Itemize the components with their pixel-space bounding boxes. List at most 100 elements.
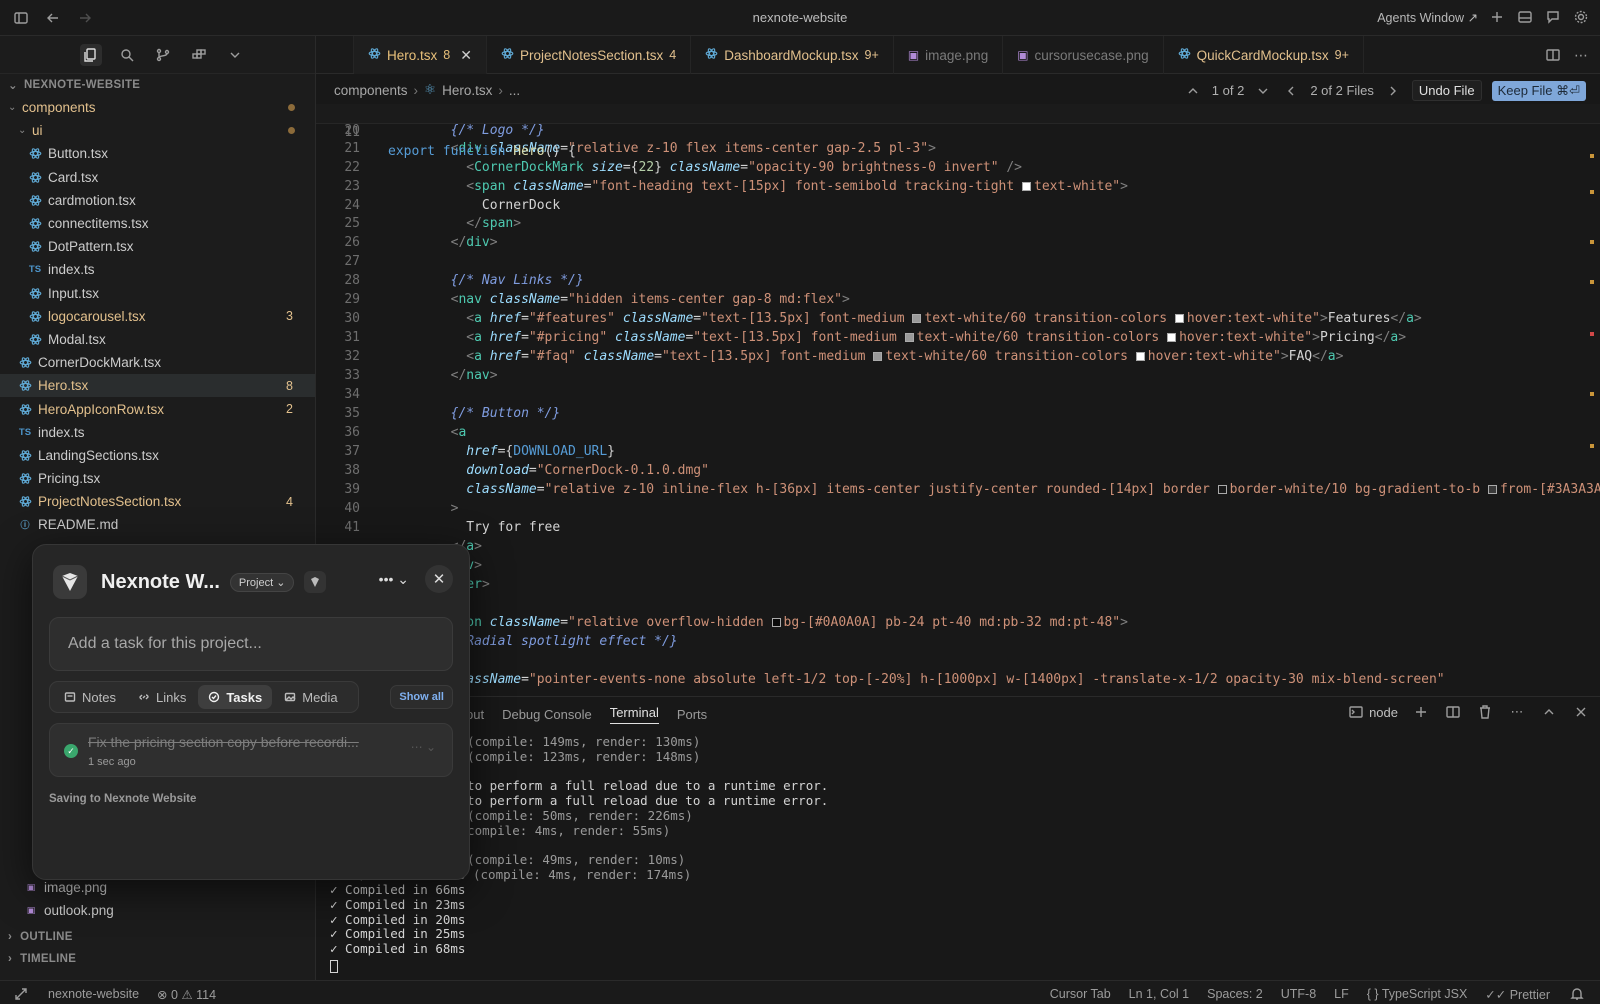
new-terminal-plus-icon[interactable] [1412,703,1430,721]
tab-terminal[interactable]: Terminal [609,705,659,724]
keep-file-button[interactable]: Keep File ⌘⏎ [1491,80,1586,101]
task-item[interactable]: ✓ Fix the pricing section copy before re… [49,723,453,777]
editor-tab[interactable]: QuickCardMockup.tsx 9+ [1164,36,1364,74]
file-item[interactable]: ⓘ README.md [0,513,315,536]
file-item[interactable]: ProjectNotesSection.tsx 4 [0,490,315,513]
file-item[interactable]: logocarousel.tsx 3 [0,305,315,328]
indentation[interactable]: Spaces: 2 [1207,987,1263,1001]
tree-item-label: components [22,100,96,116]
terminal-shell-label[interactable]: node [1369,705,1398,720]
tree-item-label: connectitems.tsx [48,216,149,232]
project-dropdown[interactable]: Project ⌄ [229,572,295,592]
workspace-name[interactable]: nexnote-website [48,987,139,1001]
chevron-up-icon[interactable] [1184,82,1202,100]
file-item[interactable]: ▣ outlook.png [0,899,316,922]
folder-item[interactable]: ⌄ components [0,96,315,119]
file-item[interactable]: connectitems.tsx [0,212,315,235]
file-item[interactable]: TS index.ts [0,258,315,281]
file-item[interactable]: DotPattern.tsx [0,235,315,258]
react-file-icon: ⚛ [424,82,437,97]
task-more-icon[interactable]: ⋯ ⌄ [411,740,436,754]
encoding[interactable]: UTF-8 [1281,987,1316,1001]
split-editor-icon[interactable] [1544,46,1562,64]
cursor-position[interactable]: Ln 1, Col 1 [1129,987,1189,1001]
add-task-input[interactable] [49,617,453,671]
editor-tab[interactable]: ▣ image.png [894,36,1004,74]
code-editor[interactable]: 11 export function Hero() { 20 {/* Logo … [316,104,1600,696]
notifications-bell-icon[interactable] [1568,985,1586,1003]
maximize-panel-icon[interactable] [1540,703,1558,721]
timeline-section-header[interactable]: › TIMELINE [0,948,316,970]
cursor-tab-status[interactable]: Cursor Tab [1050,987,1111,1001]
line-ending[interactable]: LF [1334,987,1349,1001]
checkmark-icon[interactable]: ✓ [64,744,78,758]
source-control-icon[interactable] [152,44,174,66]
problems-indicator[interactable]: ⊗ 0 ⚠ 114 [157,987,216,1002]
window-title: nexnote-website [752,10,848,25]
file-item[interactable]: HeroAppIconRow.tsx 2 [0,397,315,420]
chevron-down-icon[interactable] [224,44,246,66]
split-terminal-icon[interactable] [1444,703,1462,721]
segment-links[interactable]: Links [128,685,196,709]
file-item[interactable]: Hero.tsx 8 [0,374,315,398]
close-widget-button[interactable]: ✕ [425,565,453,593]
file-item[interactable]: Pricing.tsx [0,467,315,490]
extensions-icon[interactable] [188,44,210,66]
outline-section-header[interactable]: › OUTLINE [0,926,316,948]
chevron-left-icon[interactable] [1282,82,1300,100]
editor-tab[interactable]: ProjectNotesSection.tsx 4 [487,36,692,74]
breadcrumb-components[interactable]: components [334,83,408,98]
show-all-button[interactable]: Show all [390,685,453,709]
undo-file-button[interactable]: Undo File [1411,80,1482,101]
file-item[interactable]: TS index.ts [0,421,315,444]
chevron-down-icon[interactable] [1254,82,1272,100]
remote-icon[interactable] [12,985,30,1003]
terminal-icon [1347,703,1365,721]
layout-panel-icon[interactable] [1516,8,1534,26]
file-item[interactable]: Modal.tsx [0,328,315,351]
formatter-status[interactable]: ✓✓ Prettier [1485,987,1550,1002]
close-panel-icon[interactable] [1572,703,1590,721]
explorer-section-header[interactable]: ⌄ NEXNOTE-WEBSITE [0,74,315,96]
tab-ports[interactable]: Ports [677,707,707,722]
file-item[interactable]: Button.tsx [0,142,315,165]
segment-tasks[interactable]: Tasks [198,685,273,709]
segment-notes[interactable]: Notes [54,685,126,709]
tab-debug-console[interactable]: Debug Console [502,707,592,722]
agents-window-link[interactable]: Agents Window ↗ [1377,10,1478,25]
more-options-icon[interactable]: ••• ⌄ [379,571,409,588]
image-file-icon: ▣ [907,48,920,62]
explorer-files-icon[interactable] [80,43,102,66]
file-item[interactable]: CornerDockMark.tsx [0,351,315,374]
chevron-right-icon[interactable] [1384,82,1402,100]
editor-tab[interactable]: ▣ cursorusecase.png [1003,36,1164,74]
line-number: 40 [344,501,360,516]
plus-icon[interactable] [1488,8,1506,26]
widget-title: Nexnote W... [101,570,220,593]
modified-dot [288,104,295,112]
language-mode[interactable]: { } TypeScript JSX [1367,987,1468,1001]
editor-tab[interactable]: Hero.tsx 8 ✕ [354,36,487,74]
segment-media[interactable]: Media [274,685,347,709]
more-actions-icon[interactable]: ⋯ [1508,703,1526,721]
cube-icon[interactable] [304,571,327,593]
file-item[interactable]: Card.tsx [0,166,315,189]
search-icon[interactable] [116,44,138,66]
tab-problem-count: 9+ [1334,48,1349,62]
modified-dot [288,127,295,135]
more-actions-icon[interactable]: ⋯ [1572,46,1590,64]
editor-tab[interactable]: DashboardMockup.tsx 9+ [691,36,894,74]
tab-label: cursorusecase.png [1034,47,1149,63]
terminal-cursor[interactable] [330,959,338,974]
breadcrumb-symbol[interactable]: ... [509,83,520,98]
file-item[interactable]: cardmotion.tsx [0,189,315,212]
folder-item[interactable]: ⌄ ui [0,119,315,142]
close-tab-icon[interactable]: ✕ [460,47,472,64]
file-item[interactable]: Input.tsx [0,282,315,305]
sticky-scroll-line[interactable]: 11 export function Hero() { [316,104,1600,159]
breadcrumb-file[interactable]: Hero.tsx [442,83,492,98]
chat-icon[interactable] [1544,8,1562,26]
trash-icon[interactable] [1476,703,1494,721]
file-item[interactable]: LandingSections.tsx [0,444,315,467]
settings-gear-icon[interactable] [1572,8,1590,26]
